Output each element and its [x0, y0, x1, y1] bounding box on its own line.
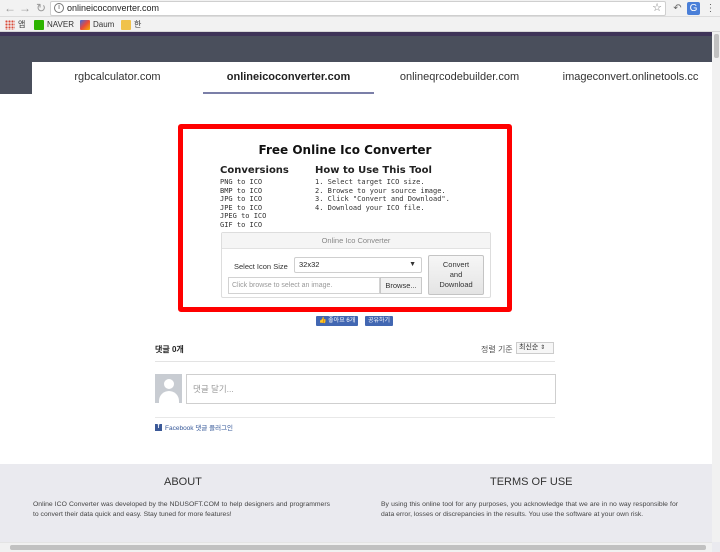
- address-bar[interactable]: i onlineicoconverter.com ☆: [50, 1, 666, 16]
- footer: ABOUT Online ICO Converter was developed…: [0, 464, 720, 552]
- folder-icon: [121, 19, 131, 30]
- facebook-share-button[interactable]: 공유하기: [365, 316, 394, 326]
- facebook-like-button[interactable]: 👍 좋아요 6개: [316, 316, 359, 326]
- about-text: Online ICO Converter was developed by th…: [33, 501, 330, 518]
- converter-title: Free Online Ico Converter: [258, 143, 432, 157]
- facebook-plugin-link[interactable]: f Facebook 댓글 플러그인: [155, 422, 233, 432]
- terms-title: TERMS OF USE: [490, 476, 573, 488]
- terms-text: By using this online tool for any purpos…: [381, 501, 678, 518]
- nav-tab-onlineqrcodebuilder[interactable]: onlineqrcodebuilder.com: [374, 62, 545, 94]
- bookmark-label: 앱: [18, 20, 26, 29]
- conversion-item: JPE to ICO: [220, 203, 263, 212]
- bookmark-daum[interactable]: Daum: [80, 17, 114, 32]
- conversion-item: JPG to ICO: [220, 195, 263, 204]
- address-url: onlineicoconverter.com: [67, 3, 160, 13]
- reload-icon[interactable]: ↻: [34, 1, 48, 15]
- sort-value: 최신순: [519, 344, 539, 351]
- comment-input[interactable]: 댓글 달기...: [186, 374, 556, 404]
- conversions-heading: Conversions: [220, 165, 289, 176]
- chevron-down-icon: ▼: [409, 261, 416, 268]
- back-icon[interactable]: ←: [3, 1, 17, 15]
- bookmark-star-icon[interactable]: ☆: [652, 2, 662, 15]
- howto-heading: How to Use This Tool: [315, 165, 432, 176]
- howto-step: 3. Click "Convert and Download".: [315, 195, 450, 204]
- menu-icon[interactable]: ⋮: [704, 2, 717, 15]
- bookmark-label: Daum: [93, 20, 115, 29]
- bookmark-apps[interactable]: 앱: [5, 17, 25, 32]
- converter-panel: Online Ico Converter Select Icon Size 32…: [221, 232, 491, 298]
- sort-select[interactable]: 최신순 ⇕: [516, 342, 554, 354]
- convert-label: Download: [439, 280, 473, 289]
- nav-tab-rgbcalculator[interactable]: rgbcalculator.com: [32, 62, 203, 94]
- divider: [155, 361, 555, 362]
- convert-download-button[interactable]: Convert and Download: [428, 255, 484, 295]
- converter-highlight-box: Free Online Ico Converter Conversions PN…: [178, 124, 512, 312]
- bookmark-label: NAVER: [47, 20, 74, 29]
- conversions-list: Conversions PNG to ICO BMP to ICO JPG to…: [220, 165, 289, 230]
- howto-step: 2. Browse to your source image.: [315, 186, 446, 195]
- vertical-scrollbar-thumb[interactable]: [714, 34, 719, 58]
- comments-count: 댓글 0개: [155, 345, 184, 354]
- bookmark-label: 한: [134, 20, 142, 29]
- conversion-item: PNG to ICO: [220, 178, 263, 186]
- thumbs-up-icon: 👍: [319, 318, 327, 324]
- panel-title: Online Ico Converter: [222, 233, 490, 249]
- convert-label: and: [449, 270, 463, 279]
- howto-step: 1. Select target ICO size.: [315, 178, 425, 186]
- daum-icon: [80, 19, 90, 30]
- site-nav: rgbcalculator.com onlineicoconverter.com…: [32, 62, 716, 94]
- divider: [155, 417, 555, 418]
- chevron-updown-icon: ⇕: [540, 345, 546, 351]
- like-label: 좋아요 6개: [328, 318, 356, 324]
- plugin-label: Facebook 댓글 플러그인: [165, 425, 234, 432]
- icon-size-select[interactable]: 32x32 ▼: [294, 257, 422, 273]
- naver-icon: [34, 19, 44, 30]
- file-path-input[interactable]: Click browse to select an image.: [228, 277, 380, 294]
- nav-tab-onlineicoconverter[interactable]: onlineicoconverter.com: [203, 62, 374, 94]
- forward-icon[interactable]: →: [18, 1, 32, 15]
- vertical-scrollbar[interactable]: [712, 32, 720, 542]
- conversion-item: JPEG to ICO: [220, 212, 267, 221]
- facebook-icon: f: [155, 423, 162, 431]
- bookmark-naver[interactable]: NAVER: [34, 17, 74, 32]
- conversion-item: BMP to ICO: [220, 186, 263, 195]
- convert-label: Convert: [442, 260, 470, 269]
- howto-list: How to Use This Tool 1. Select target IC…: [315, 165, 450, 212]
- conversion-item: GIF to ICO: [220, 220, 263, 229]
- icon-size-value: 32x32: [299, 260, 320, 269]
- bookmarks-bar: 앱 NAVER Daum 한: [0, 17, 720, 32]
- info-icon[interactable]: i: [54, 3, 64, 13]
- browse-button[interactable]: Browse...: [380, 277, 422, 294]
- bookmark-folder[interactable]: 한: [121, 17, 141, 32]
- browser-toolbar: ← → ↻ i onlineicoconverter.com ☆ ↶ G ⋮: [0, 0, 720, 17]
- extension-icon[interactable]: ↶: [671, 2, 684, 15]
- horizontal-scrollbar-thumb[interactable]: [10, 545, 706, 550]
- apps-grid-icon: [5, 19, 15, 30]
- avatar: [155, 374, 182, 403]
- sort-label: 정렬 기준: [481, 345, 513, 354]
- howto-step: 4. Download your ICO file.: [315, 203, 425, 212]
- icon-size-label: Select Icon Size: [234, 262, 288, 271]
- about-title: ABOUT: [164, 476, 202, 488]
- nav-tab-imageconvert[interactable]: imageconvert.onlinetools.cc: [545, 62, 716, 94]
- translate-icon[interactable]: G: [687, 2, 700, 15]
